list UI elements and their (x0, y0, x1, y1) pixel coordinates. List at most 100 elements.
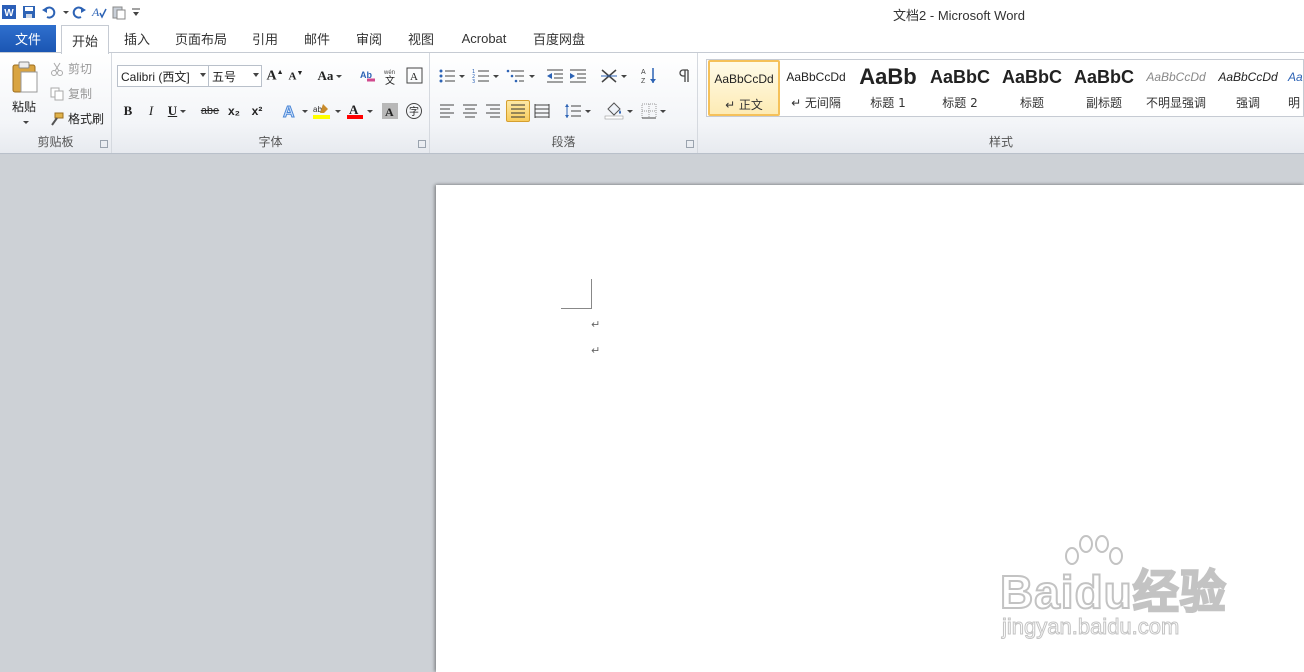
font-color-button[interactable]: A (344, 101, 374, 121)
paste-label: 粘贴 (11, 100, 36, 114)
change-case-button[interactable]: Aa (316, 66, 344, 86)
paint-bucket-icon (604, 102, 623, 120)
sort-button[interactable]: AZ (638, 66, 660, 86)
tab-review[interactable]: 审阅 (348, 25, 390, 52)
distributed-button[interactable] (531, 101, 553, 121)
tab-insert[interactable]: 插入 (116, 25, 158, 52)
change-case-dropdown-icon (336, 74, 343, 78)
highlight-color-button[interactable]: ab (310, 101, 342, 121)
align-left-button[interactable] (436, 101, 458, 121)
numbering-button[interactable]: 123 (470, 66, 500, 86)
text-effects-button[interactable]: A (280, 101, 308, 121)
font-color-dropdown-icon (366, 109, 373, 113)
format-painter-button[interactable]: 格式刷 (50, 110, 104, 127)
font-dialog-launcher-icon[interactable] (418, 140, 426, 148)
bold-button[interactable]: B (118, 101, 138, 121)
paste-dropdown-icon[interactable] (22, 121, 29, 124)
svg-text:A: A (349, 102, 359, 117)
font-name-combo[interactable]: Calibri (西文] (117, 65, 209, 87)
decrease-indent-button[interactable] (544, 66, 566, 86)
enclose-characters-icon: 字 (406, 103, 422, 119)
font-size-combo[interactable]: 五号 (208, 65, 262, 87)
chinese-layout-button[interactable] (598, 66, 628, 86)
style-preview: AaBbC (929, 66, 990, 87)
subscript-button[interactable]: x₂ (224, 101, 244, 121)
app-name: Microsoft Word (937, 8, 1025, 23)
scissors-icon (51, 62, 63, 76)
tab-baidu-netdisk[interactable]: 百度网盘 (528, 25, 590, 52)
align-center-button[interactable] (459, 101, 481, 121)
copy-icon (50, 87, 64, 100)
style-subtitle[interactable]: AaBbC 副标题 (1068, 60, 1140, 116)
tab-mailings[interactable]: 邮件 (296, 25, 338, 52)
style-name: ↵ 正文 (725, 98, 763, 112)
paste-button[interactable]: 粘贴 (4, 57, 44, 127)
paragraph-group-label: 段落 (551, 135, 576, 149)
style-subtle-emphasis[interactable]: AaBbCcDd 不明显强调 (1140, 60, 1212, 116)
svg-text:A: A (283, 104, 295, 120)
line-spacing-button[interactable] (562, 101, 592, 121)
shrink-font-button[interactable]: A▼ (286, 66, 306, 86)
grow-font-button[interactable]: A▲ (265, 66, 285, 86)
style-intense-emphasis[interactable]: Aa 明 (1284, 60, 1303, 116)
align-center-icon (463, 104, 477, 118)
justify-button[interactable] (506, 100, 530, 122)
italic-button[interactable]: I (141, 101, 161, 121)
paragraph-dialog-launcher-icon[interactable] (686, 140, 694, 148)
style-heading-1[interactable]: AaBb 标题 1 (852, 60, 924, 116)
tab-references[interactable]: 引用 (244, 25, 286, 52)
enclose-characters-button[interactable]: 字 (403, 101, 425, 121)
clear-formatting-button[interactable]: Ab (357, 66, 379, 86)
clipboard-dialog-launcher-icon[interactable] (100, 140, 108, 148)
font-size-dropdown-icon[interactable] (253, 73, 259, 77)
phonetic-guide-button[interactable]: wén 文 (380, 66, 402, 86)
character-border-button[interactable]: A (404, 66, 426, 86)
ribbon: 粘贴 剪切 复制 格式刷 剪贴板 Calibri (西文] 五号 A▲ A▼ A… (0, 53, 1304, 154)
style-no-spacing[interactable]: AaBbCcDd ↵ 无间隔 (780, 60, 852, 116)
cut-button[interactable]: 剪切 (50, 60, 92, 77)
style-name: 标题 2 (942, 96, 978, 110)
document-name: 文档2 (893, 8, 927, 23)
style-title[interactable]: AaBbC 标题 (996, 60, 1068, 116)
change-case-label: Aa (317, 68, 334, 83)
style-heading-2[interactable]: AaBbC 标题 2 (924, 60, 996, 116)
paragraph-marks-icon (679, 69, 689, 82)
borders-button[interactable] (638, 101, 668, 121)
tab-view[interactable]: 视图 (400, 25, 442, 52)
copy-button[interactable]: 复制 (50, 85, 92, 102)
tab-page-layout[interactable]: 页面布局 (170, 25, 232, 52)
svg-text:A: A (641, 69, 646, 76)
superscript-button[interactable]: x² (246, 101, 268, 121)
tab-file[interactable]: 文件 (0, 25, 56, 52)
bullets-dropdown-icon (458, 74, 465, 78)
paragraph-mark: ↵ (591, 318, 601, 331)
align-left-icon (440, 104, 454, 118)
phonetic-guide-icon: wén文 (383, 70, 395, 85)
svg-text:A: A (410, 71, 418, 83)
superscript-label: x² (251, 104, 263, 118)
paragraph-group: 123 AZ 段落 (430, 53, 698, 153)
increase-indent-icon (570, 69, 586, 83)
style-normal[interactable]: AaBbCcDd ↵ 正文 (708, 60, 780, 116)
text-boundary-mark (561, 279, 592, 309)
decrease-indent-icon (547, 69, 563, 83)
font-name-dropdown-icon[interactable] (200, 73, 206, 77)
shading-button[interactable] (602, 101, 634, 121)
strikethrough-label: abe (200, 105, 220, 117)
align-right-button[interactable] (482, 101, 504, 121)
clipboard-group: 粘贴 剪切 复制 格式刷 剪贴板 (0, 53, 112, 153)
style-name: 标题 (1019, 96, 1044, 110)
bullets-button[interactable] (436, 66, 466, 86)
tab-home[interactable]: 开始 (61, 25, 109, 54)
character-shading-button[interactable]: A (380, 101, 400, 121)
increase-indent-button[interactable] (567, 66, 589, 86)
multilevel-list-button[interactable] (504, 66, 536, 86)
style-emphasis[interactable]: AaBbCcDd 强调 (1212, 60, 1284, 116)
strikethrough-button[interactable]: abe (198, 101, 222, 121)
underline-button[interactable]: U (164, 101, 190, 121)
watermark-brand: Baidu经验 (999, 565, 1227, 619)
tab-acrobat[interactable]: Acrobat (452, 25, 516, 52)
paragraph-mark: ↵ (591, 344, 601, 357)
show-hide-marks-button[interactable] (674, 66, 694, 86)
character-border-icon: A (406, 67, 423, 84)
